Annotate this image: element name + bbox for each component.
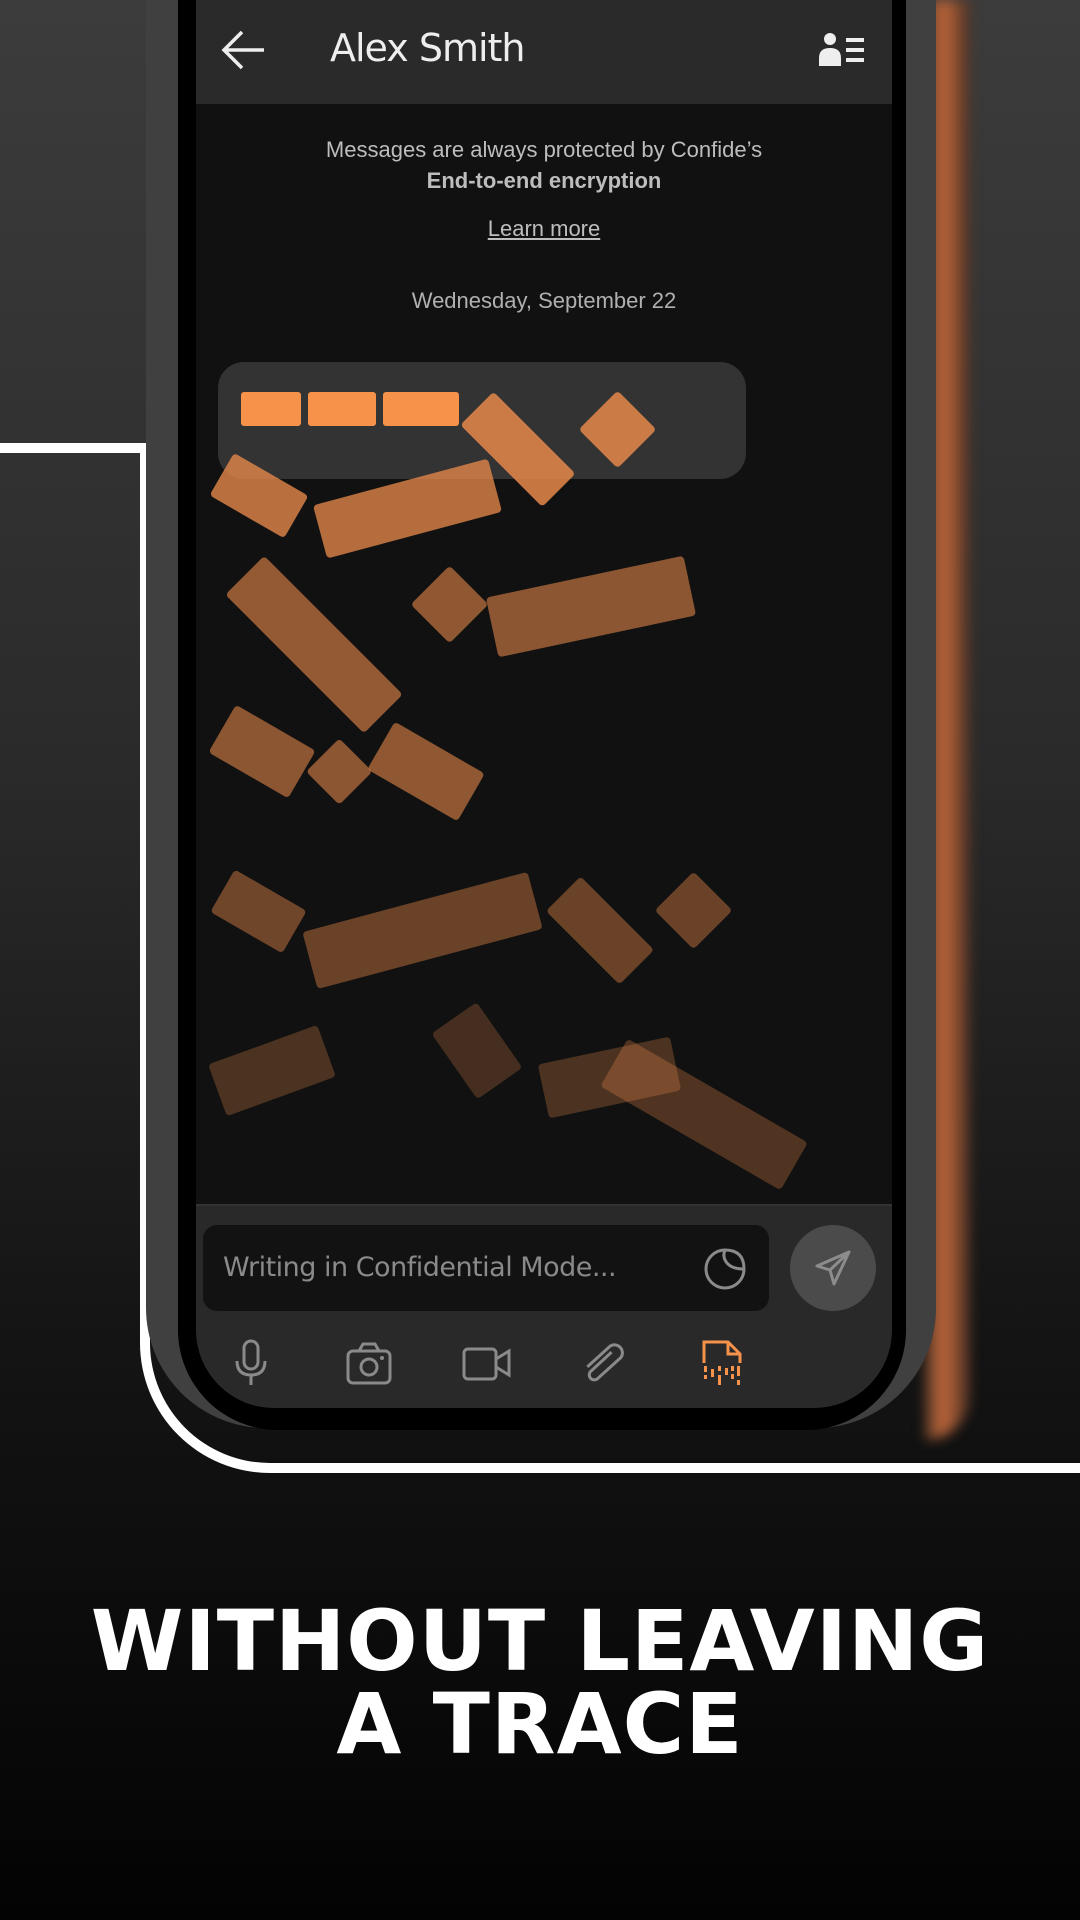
chat-screen: Alex Smith Messages are always protected… xyxy=(196,0,892,1408)
camera-icon[interactable] xyxy=(346,1339,392,1387)
sticker-icon[interactable] xyxy=(703,1247,747,1291)
shred-fragment xyxy=(486,555,697,658)
redacted-text xyxy=(241,392,301,426)
message-placeholder: Writing in Confidential Mode... xyxy=(223,1252,617,1283)
shred-fragment xyxy=(306,738,373,805)
composer-area: Writing in Confidential Mode... xyxy=(196,1204,892,1408)
paperclip-icon[interactable] xyxy=(580,1339,626,1387)
shred-fragment xyxy=(545,876,655,985)
chat-header: Alex Smith xyxy=(196,0,892,104)
shred-fragment xyxy=(207,1024,336,1116)
shred-fragment xyxy=(410,565,489,644)
contact-name: Alex Smith xyxy=(330,26,526,70)
video-icon[interactable] xyxy=(462,1339,512,1387)
redacted-text xyxy=(308,392,376,426)
arrow-left-icon[interactable] xyxy=(218,28,268,72)
send-icon xyxy=(815,1250,851,1286)
shred-fragment xyxy=(210,868,307,954)
encryption-notice-bold: End-to-end encryption xyxy=(426,168,662,193)
frame-outline xyxy=(0,443,150,453)
shredded-file-icon[interactable] xyxy=(701,1339,747,1387)
date-separator: Wednesday, September 22 xyxy=(411,288,677,313)
shred-fragment xyxy=(367,721,485,822)
shred-fragment xyxy=(600,1038,808,1191)
shred-fragment xyxy=(302,872,543,990)
shred-fragment xyxy=(430,1002,522,1100)
send-button[interactable] xyxy=(790,1225,876,1311)
shred-fragment xyxy=(208,705,316,799)
shred-fragment xyxy=(654,872,733,950)
message-input[interactable]: Writing in Confidential Mode... xyxy=(203,1225,769,1311)
contact-list-icon[interactable] xyxy=(818,32,866,68)
encryption-notice: Messages are always protected by Confide… xyxy=(325,137,763,162)
redacted-text xyxy=(383,392,459,426)
microphone-icon[interactable] xyxy=(228,1339,274,1387)
learn-more-link[interactable]: Learn more xyxy=(488,216,601,241)
headline-line-2: A TRACE xyxy=(336,1675,744,1773)
shred-fragment xyxy=(224,555,403,733)
